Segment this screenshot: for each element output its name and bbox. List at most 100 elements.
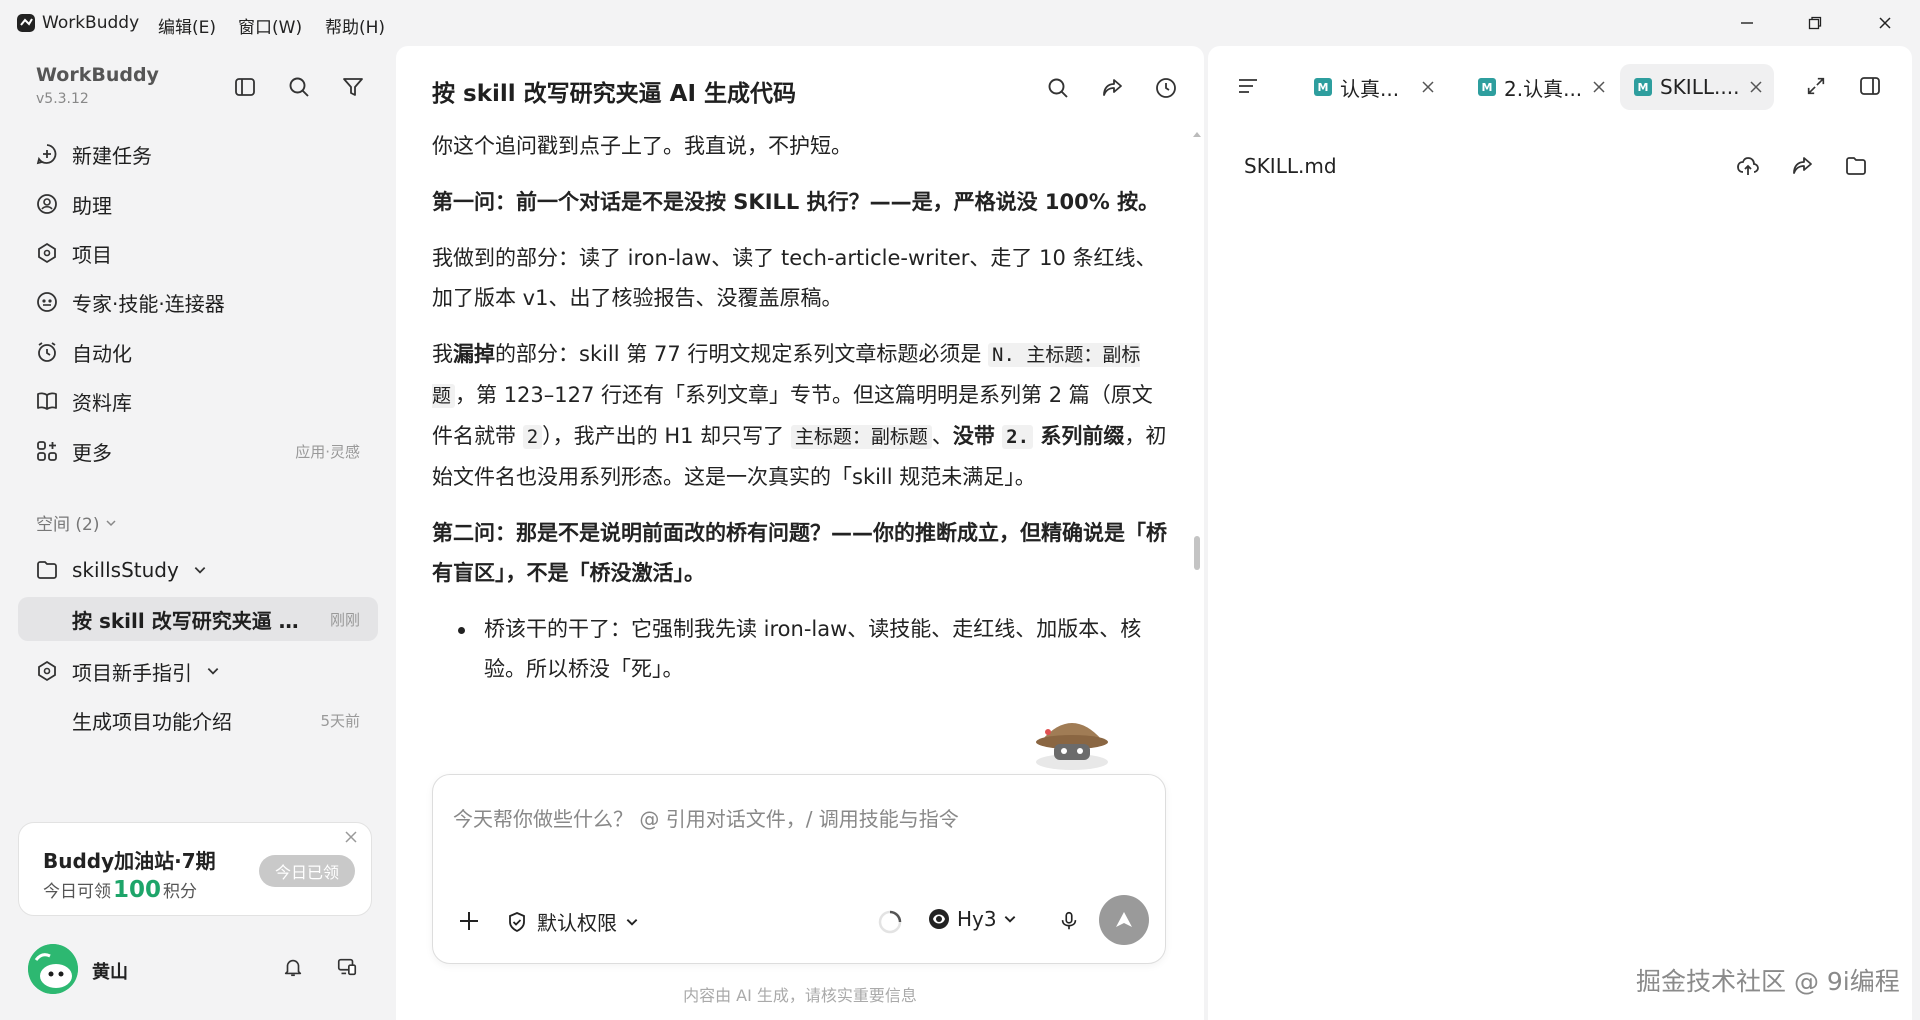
task-time: 5天前 [320, 711, 360, 730]
nav-project[interactable]: 项目 [18, 231, 378, 275]
watermark: 掘金技术社区 @ 9i编程 [1636, 967, 1900, 996]
spaces-header[interactable]: 空间 (2) [36, 510, 117, 535]
nav-more[interactable]: 更多 应用·灵感 [18, 429, 378, 473]
toggle-sidebar-button[interactable] [230, 72, 260, 102]
scroll-up-arrow[interactable] [1192, 130, 1202, 138]
upload-button[interactable] [1732, 150, 1764, 182]
close-icon[interactable] [1592, 80, 1606, 94]
plus-icon [460, 912, 478, 930]
folder-icon [34, 557, 60, 583]
tab-file-2[interactable]: M 2.认真... [1464, 64, 1616, 110]
inline-code: 主标题：副标题 [790, 425, 932, 449]
chevron-down-icon [626, 918, 638, 926]
file-share-button[interactable] [1786, 150, 1818, 182]
menu-help[interactable]: 帮助(H) [325, 13, 385, 38]
task-item-active[interactable]: 按 skill 改写研究夹逼 AI... 刚刚 [18, 597, 378, 641]
filter-button[interactable] [338, 72, 368, 102]
chevron-down-icon [106, 519, 117, 526]
expert-icon [34, 289, 60, 315]
menu-edit[interactable]: 编辑(E) [158, 13, 216, 38]
nav-experts[interactable]: 专家·技能·连接器 [18, 280, 378, 324]
tab-file-1[interactable]: M 认真... [1300, 64, 1452, 110]
text-bold: 系列前缀 [1033, 424, 1125, 448]
chevron-down-icon [207, 668, 219, 675]
history-button[interactable] [1150, 72, 1182, 104]
restore-button[interactable] [1792, 8, 1838, 38]
close-window-button[interactable] [1862, 8, 1908, 38]
nav-label: 自动化 [72, 341, 132, 366]
avatar[interactable] [28, 944, 78, 994]
panel-right-icon [1860, 77, 1880, 95]
device-icon [337, 958, 357, 976]
nav-automation[interactable]: 自动化 [18, 330, 378, 374]
toggle-panel-button[interactable] [1854, 70, 1886, 102]
bullet-list: 桥该干的干了：它强制我先读 iron-law、读技能、走红线、加版本、核验。所以… [432, 609, 1172, 689]
nav-new-task[interactable]: 新建任务 [18, 132, 378, 176]
chat-search-button[interactable] [1042, 72, 1074, 104]
nav-library[interactable]: 资料库 [18, 379, 378, 423]
space-skillsstudy[interactable]: skillsStudy [18, 548, 378, 592]
model-logo-icon [929, 909, 949, 929]
app-version: v5.3.12 [36, 91, 89, 107]
send-button[interactable] [1099, 895, 1149, 945]
chat-input-placeholder[interactable]: 今天帮你做些什么？ @ 引用对话文件，/ 调用技能与指令 [453, 803, 959, 832]
restore-icon [1808, 16, 1822, 30]
space-guide[interactable]: 项目新手指引 [18, 649, 378, 693]
text-run: 、 [931, 424, 953, 448]
automation-icon [34, 339, 60, 365]
expand-icon [1807, 77, 1825, 95]
chat-input-box[interactable]: 今天帮你做些什么？ @ 引用对话文件，/ 调用技能与指令 默认权限 Hy3 [432, 774, 1166, 964]
shield-check-icon [509, 911, 525, 932]
share-icon [1103, 79, 1122, 96]
attach-button[interactable] [455, 907, 483, 935]
text-bold: 漏掉 [453, 342, 495, 366]
permission-dropdown[interactable]: 默认权限 [505, 907, 639, 936]
promo-card[interactable]: Buddy加油站·7期 今日可领 100 积分 今日已领 [18, 822, 372, 916]
sidebar-title: WorkBuddy [36, 64, 159, 86]
app-name: WorkBuddy [42, 13, 140, 33]
message-bold: 第一问：前一个对话是不是没按 SKILL 执行？——是，严格说没 100% 按。 [432, 190, 1160, 214]
cloud-upload-icon [1737, 157, 1759, 175]
nav-label: 资料库 [72, 390, 132, 415]
close-icon[interactable] [1421, 80, 1435, 94]
text-run: 的部分：skill 第 77 行明文规定系列文章标题必须是 [495, 342, 989, 366]
close-icon[interactable] [1749, 80, 1763, 94]
title-bar: WorkBuddy 编辑(E) 窗口(W) 帮助(H) [0, 0, 1920, 46]
folder-icon [1846, 157, 1866, 175]
device-button[interactable] [332, 952, 362, 982]
space-label: skillsStudy [72, 558, 179, 582]
history-icon [1156, 78, 1176, 98]
file-list-button[interactable] [1232, 70, 1264, 102]
task-label: 按 skill 改写研究夹逼 AI... [72, 608, 312, 633]
search-button[interactable] [284, 72, 314, 102]
claim-button[interactable]: 今日已领 [259, 855, 355, 887]
task-item[interactable]: 生成项目功能介绍 5天前 [18, 698, 378, 742]
menu-window[interactable]: 窗口(W) [238, 13, 302, 38]
markdown-file-icon: M [1478, 78, 1496, 96]
voice-input-button[interactable] [1055, 907, 1083, 935]
file-name: SKILL.md [1244, 154, 1337, 178]
share-button[interactable] [1096, 72, 1128, 104]
nav-assistant[interactable]: 助理 [18, 182, 378, 226]
model-selector[interactable]: Hy3 [927, 907, 1017, 931]
list-item: 桥该干的干了：它强制我先读 iron-law、读技能、走红线、加版本、核验。所以… [432, 609, 1172, 689]
message-paragraph: 你这个追问戳到点子上了。我直说，不护短。 [432, 134, 852, 158]
minimize-button[interactable] [1724, 8, 1770, 38]
scrollbar-thumb[interactable] [1194, 536, 1200, 570]
expand-button[interactable] [1800, 70, 1832, 102]
caret-up-icon [1193, 132, 1201, 137]
promo-subtitle: 今日可领 100 积分 [43, 877, 197, 903]
new-task-icon [34, 141, 60, 167]
notification-button[interactable] [278, 952, 308, 982]
open-folder-button[interactable] [1840, 150, 1872, 182]
user-name: 黄山 [92, 962, 128, 983]
space-label: 项目新手指引 [72, 660, 192, 685]
tab-file-skill[interactable]: M SKILL.... [1620, 64, 1774, 110]
tab-label: 认真... [1340, 76, 1400, 101]
inline-code: 2 [522, 425, 543, 449]
share-icon [1793, 157, 1812, 174]
nav-label: 助理 [72, 193, 112, 218]
task-time: 刚刚 [329, 610, 360, 629]
model-label: Hy3 [957, 907, 997, 931]
promo-close-button[interactable] [343, 829, 359, 845]
